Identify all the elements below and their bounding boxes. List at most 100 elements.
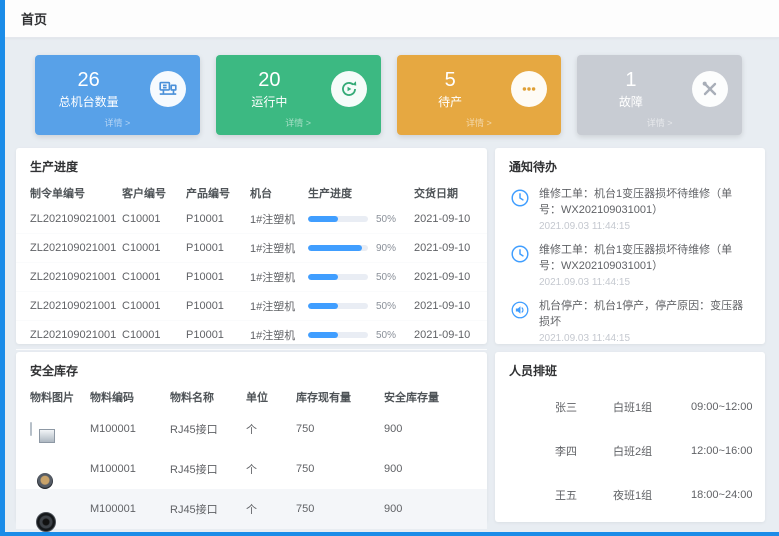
- customer-no: C10001: [122, 271, 186, 283]
- waiting-value: 5: [445, 69, 456, 91]
- inventory-table-row: M100001 RJ45接口 个 750 900: [16, 409, 487, 449]
- material-name: RJ45接口: [170, 421, 246, 437]
- col-product-no: 产品编号: [186, 185, 250, 201]
- customer-no: C10001: [122, 300, 186, 312]
- progress-bar: [308, 274, 368, 280]
- machine: 1#注塑机: [250, 298, 308, 314]
- order-no: ZL202109021001: [30, 213, 122, 225]
- progress-cell: 50%: [308, 330, 414, 341]
- stock-on-hand: 750: [296, 423, 384, 435]
- material-code: M100001: [90, 423, 170, 435]
- fault-detail-link[interactable]: 详情 >: [591, 116, 728, 129]
- stat-card-running[interactable]: 20 运行中 详情 >: [216, 55, 381, 135]
- progress-bar: [308, 332, 368, 338]
- running-value: 20: [258, 69, 280, 91]
- stock-on-hand: 750: [296, 503, 384, 515]
- stat-card-waiting[interactable]: 5 待产 详情 >: [397, 55, 562, 135]
- staff-schedule-title: 人员排班: [495, 352, 765, 385]
- staff-shift: 白班2组: [613, 443, 691, 459]
- order-no: ZL202109021001: [30, 271, 122, 283]
- page-title: 首页: [21, 9, 47, 28]
- schedule-row: 张三 白班1组 09:00~12:00: [495, 385, 765, 429]
- running-label: 运行中: [251, 93, 287, 110]
- production-table-row: ZL202109021001 C10001 P10001 1#注塑机 50% 2…: [16, 321, 487, 350]
- material-name: RJ45接口: [170, 501, 246, 517]
- col-customer-no: 客户编号: [122, 185, 186, 201]
- progress-bar: [308, 216, 368, 222]
- progress-cell: 50%: [308, 272, 414, 283]
- staff-time: 18:00~24:00: [691, 489, 752, 501]
- machine: 1#注塑机: [250, 211, 308, 227]
- running-icon: [331, 71, 367, 107]
- order-no: ZL202109021001: [30, 300, 122, 312]
- staff-schedule-panel: 人员排班 张三 白班1组 09:00~12:00 李四 白班2组 12:00~1…: [495, 352, 765, 522]
- card-top: 20 运行中: [230, 64, 367, 114]
- waiting-detail-link[interactable]: 详情 >: [411, 116, 548, 129]
- fault-value: 1: [625, 69, 636, 91]
- speaker-icon: [509, 299, 531, 321]
- col-material-code: 物料编码: [90, 389, 170, 405]
- material-name: RJ45接口: [170, 461, 246, 477]
- schedule-row: 李四 白班2组 12:00~16:00: [495, 429, 765, 473]
- delivery-date: 2021-09-10: [414, 213, 473, 225]
- production-table-header: 制令单编号 客户编号 产品编号 机台 生产进度 交货日期: [16, 181, 487, 205]
- total-machines-detail-link[interactable]: 详情 >: [49, 116, 186, 129]
- running-detail-link[interactable]: 详情 >: [230, 116, 367, 129]
- progress-percent: 50%: [376, 214, 396, 225]
- progress-cell: 50%: [308, 301, 414, 312]
- unit: 个: [246, 421, 296, 437]
- col-progress: 生产进度: [308, 185, 414, 201]
- progress-cell: 90%: [308, 243, 414, 254]
- col-safety-stock: 安全库存量: [384, 389, 473, 405]
- progress-bar: [308, 303, 368, 309]
- notification-time: 2021.09.03 11:44:15: [539, 333, 751, 344]
- delivery-date: 2021-09-10: [414, 242, 473, 254]
- delivery-date: 2021-09-10: [414, 329, 473, 341]
- delivery-date: 2021-09-10: [414, 271, 473, 283]
- production-table-row: ZL202109021001 C10001 P10001 1#注塑机 50% 2…: [16, 205, 487, 234]
- safety-stock: 900: [384, 463, 473, 475]
- production-table-row: ZL202109021001 C10001 P10001 1#注塑机 90% 2…: [16, 234, 487, 263]
- inventory-table-header: 物料图片 物料编码 物料名称 单位 库存现有量 安全库存量: [16, 385, 487, 409]
- safety-stock-title: 安全库存: [16, 352, 487, 385]
- clock-icon: [509, 187, 531, 209]
- stat-card-fault[interactable]: 1 故障 详情 >: [577, 55, 742, 135]
- col-unit: 单位: [246, 389, 296, 405]
- customer-no: C10001: [122, 213, 186, 225]
- notifications-title: 通知待办: [495, 148, 765, 181]
- left-accent-strip: [0, 0, 5, 536]
- notification-time: 2021.09.03 11:44:15: [539, 221, 751, 232]
- production-progress-panel: 生产进度 制令单编号 客户编号 产品编号 机台 生产进度 交货日期 ZL2021…: [16, 148, 487, 344]
- waiting-label: 待产: [438, 93, 462, 110]
- col-delivery-date: 交货日期: [414, 185, 473, 201]
- waiting-icon: [511, 71, 547, 107]
- notification-text: 维修工单：机台1变压器损坏待维修（单号：WX202109031001）: [539, 243, 751, 275]
- notification-text: 机台停产：机台1停产，停产原因：变压器损坏: [539, 299, 751, 331]
- order-no: ZL202109021001: [30, 242, 122, 254]
- progress-percent: 50%: [376, 272, 396, 283]
- material-code: M100001: [90, 463, 170, 475]
- notification-item[interactable]: 维修工单：机台1变压器损坏待维修（单号：WX202109031001） 2021…: [495, 237, 765, 293]
- stock-on-hand: 750: [296, 463, 384, 475]
- notifications-panel: 通知待办 维修工单：机台1变压器损坏待维修（单号：WX202109031001）…: [495, 148, 765, 344]
- col-material-name: 物料名称: [170, 389, 246, 405]
- schedule-row: 王五 夜班1组 18:00~24:00: [495, 473, 765, 517]
- staff-shift: 白班1组: [613, 399, 691, 415]
- material-photo-rj45: [30, 422, 32, 436]
- unit: 个: [246, 461, 296, 477]
- customer-no: C10001: [122, 329, 186, 341]
- inventory-table-row: M100001 RJ45接口 个 750 900: [16, 449, 487, 489]
- machine: 1#注塑机: [250, 327, 308, 343]
- notification-item[interactable]: 机台停产：机台1停产，停产原因：变压器损坏 2021.09.03 11:44:1…: [495, 293, 765, 349]
- notification-item[interactable]: 维修工单：机台1变压器损坏待维修（单号：WX202109031001） 2021…: [495, 181, 765, 237]
- clock-icon: [509, 243, 531, 265]
- delivery-date: 2021-09-10: [414, 300, 473, 312]
- stat-card-total-machines[interactable]: 26 总机台数量 详情 >: [35, 55, 200, 135]
- product-no: P10001: [186, 271, 250, 283]
- safety-stock: 900: [384, 423, 473, 435]
- card-top: 5 待产: [411, 64, 548, 114]
- production-table-row: ZL202109021001 C10001 P10001 1#注塑机 50% 2…: [16, 263, 487, 292]
- staff-shift: 夜班1组: [613, 487, 691, 503]
- production-table-row: ZL202109021001 C10001 P10001 1#注塑机 50% 2…: [16, 292, 487, 321]
- progress-percent: 90%: [376, 243, 396, 254]
